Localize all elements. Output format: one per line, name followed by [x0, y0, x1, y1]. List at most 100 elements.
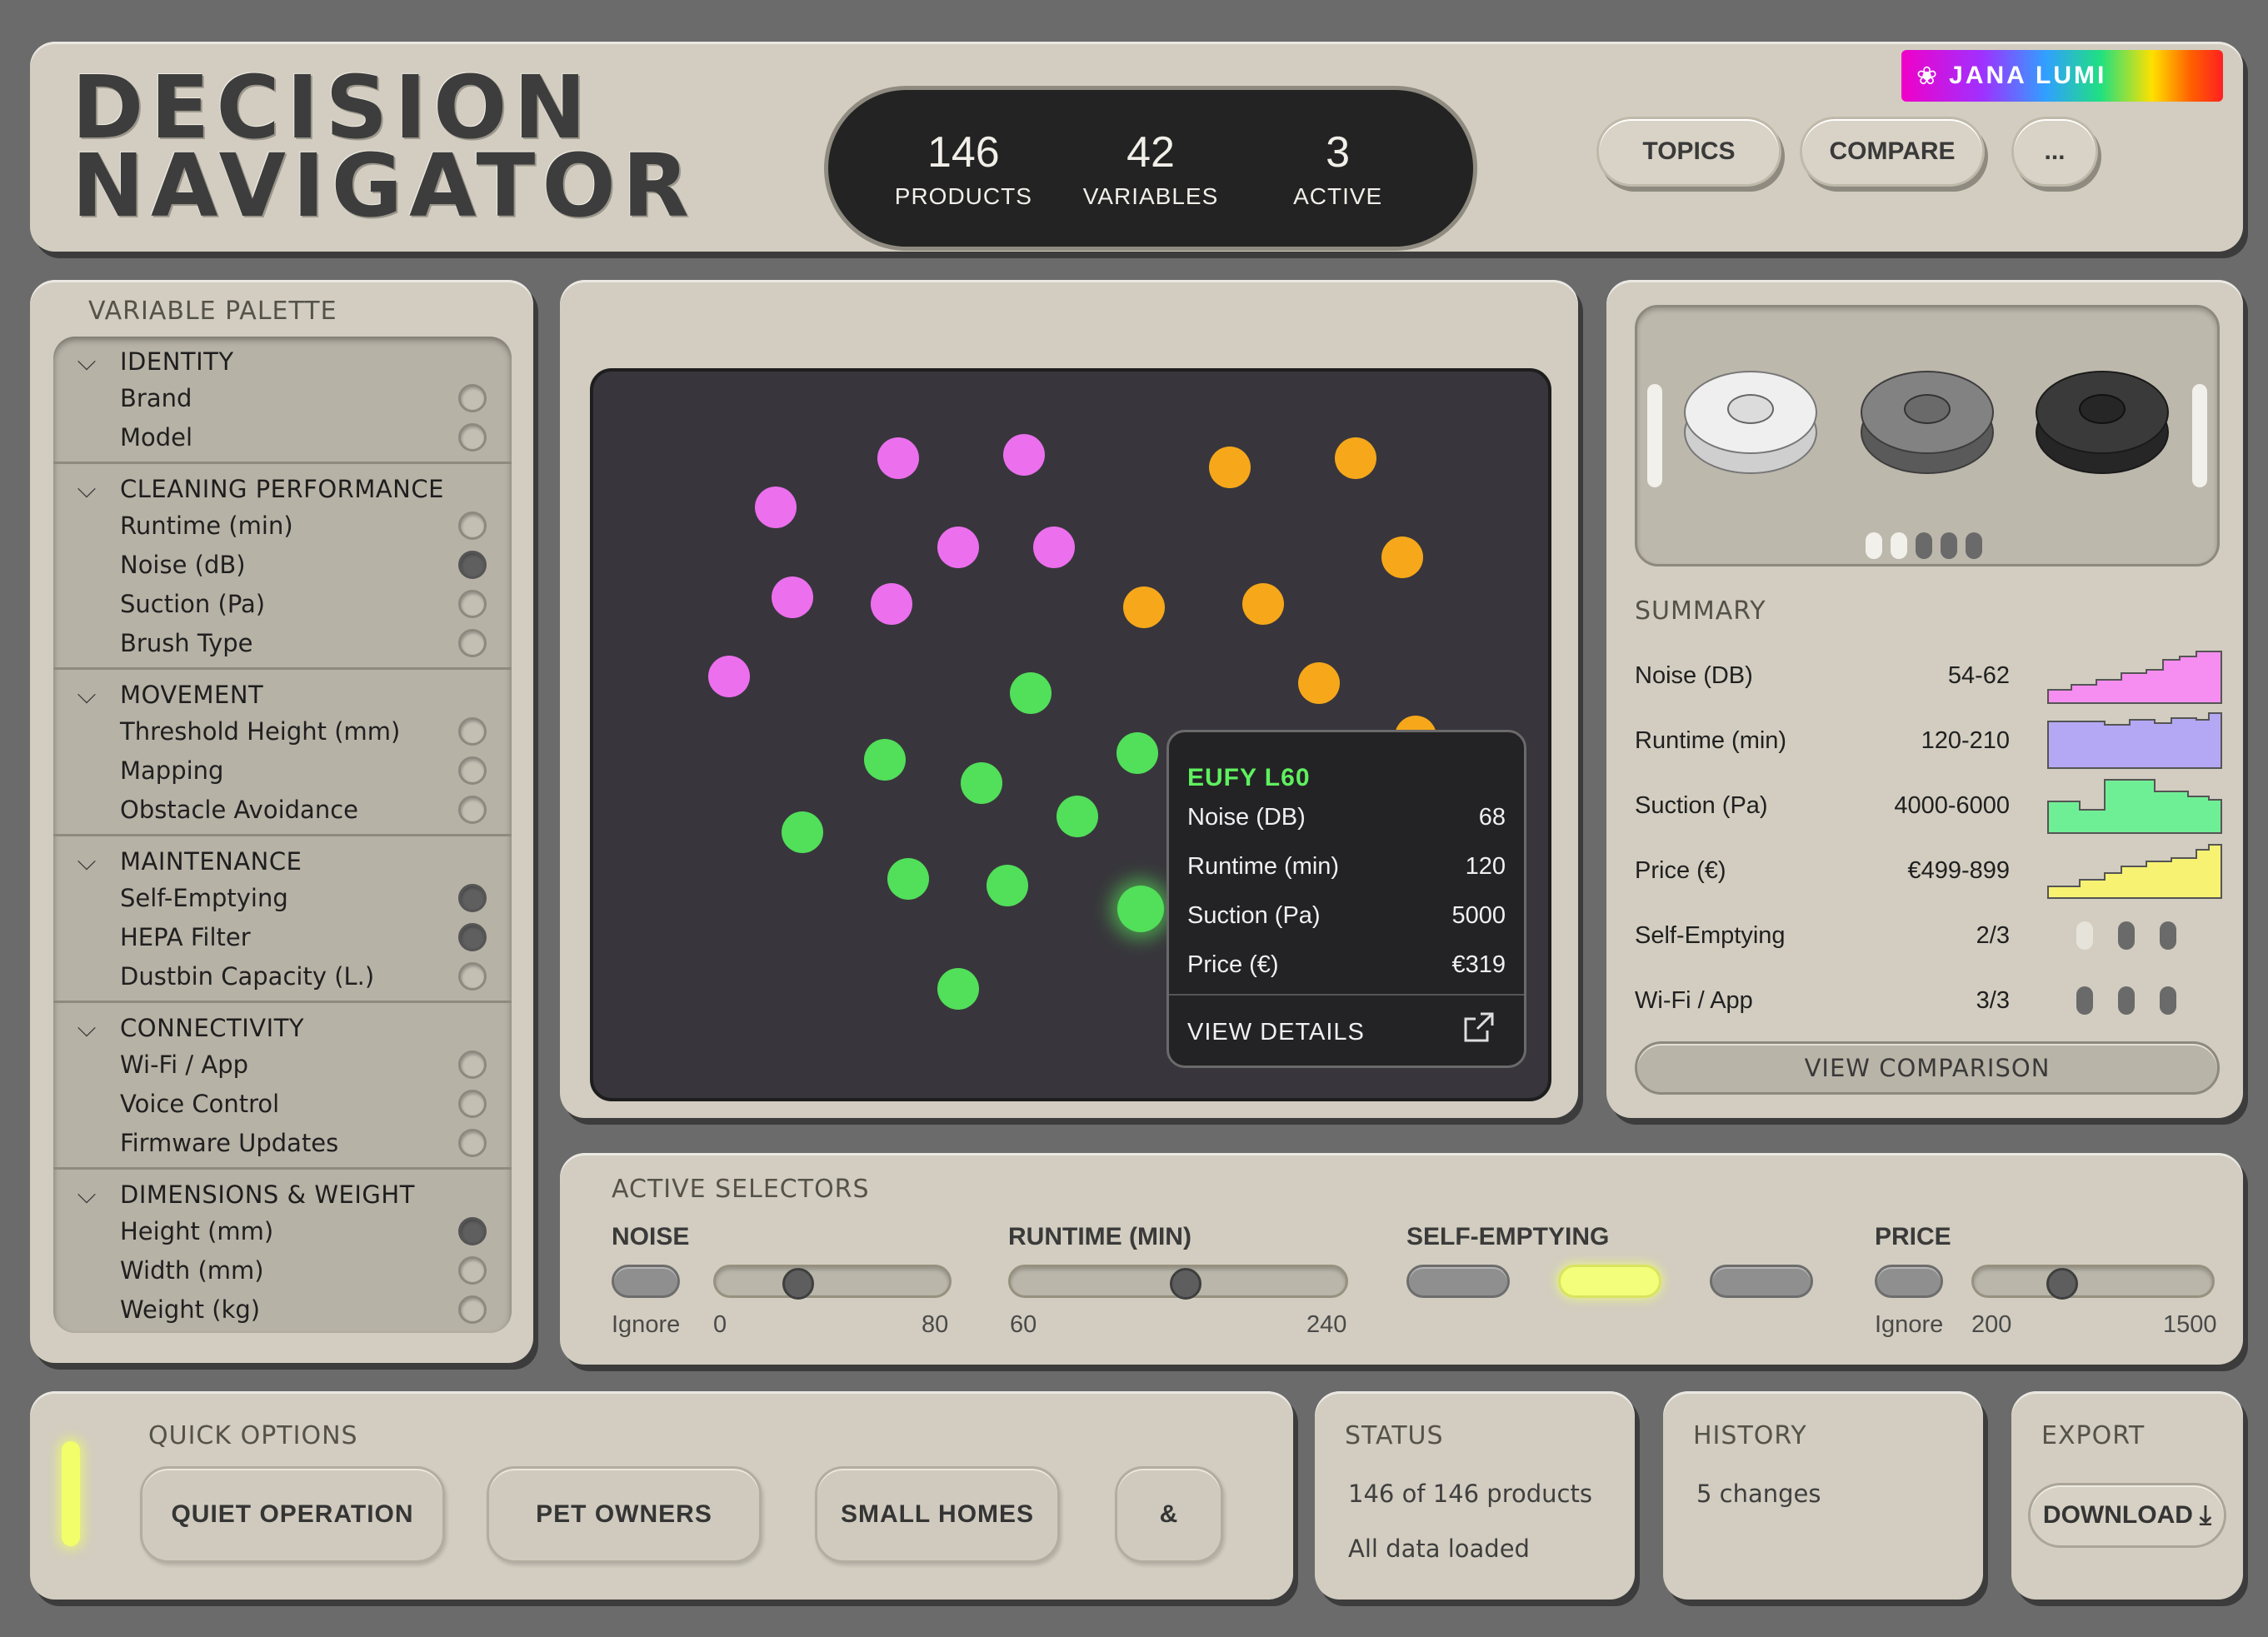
variable-radio[interactable]: [458, 1128, 487, 1157]
chevron-down-icon[interactable]: ⌵: [53, 1180, 120, 1210]
product-dot[interactable]: [1056, 795, 1098, 837]
price-slider-knob[interactable]: [2046, 1268, 2079, 1300]
variable-radio[interactable]: [458, 756, 487, 785]
palette-group-header[interactable]: ⌵ MOVEMENT: [53, 678, 512, 711]
viewer-prev-handle[interactable]: [1647, 384, 1662, 487]
product-dot[interactable]: [1122, 586, 1165, 628]
palette-variable[interactable]: Size Category: [53, 1329, 512, 1333]
variable-radio[interactable]: [458, 1295, 487, 1324]
download-button[interactable]: DOWNLOAD ⤓: [2028, 1483, 2226, 1548]
variable-radio[interactable]: [458, 1216, 487, 1245]
robot-white-image[interactable]: [1684, 371, 1817, 479]
variable-radio[interactable]: [458, 550, 487, 579]
quiet-operation-button[interactable]: QUIET OPERATION: [140, 1466, 445, 1563]
chevron-down-icon[interactable]: ⌵: [53, 347, 120, 377]
product-dot[interactable]: [1033, 527, 1076, 569]
variable-radio[interactable]: [458, 795, 487, 824]
runtime-slider[interactable]: [1008, 1265, 1348, 1300]
variable-radio[interactable]: [458, 922, 487, 951]
palette-variable[interactable]: Brand: [53, 378, 512, 417]
palette-variable[interactable]: Noise (dB): [53, 545, 512, 584]
palette-variable[interactable]: Self-Emptying: [53, 878, 512, 917]
variable-radio[interactable]: [458, 511, 487, 540]
variable-radio[interactable]: [458, 716, 487, 746]
carousel-dot[interactable]: [1866, 532, 1882, 559]
variable-radio[interactable]: [458, 628, 487, 657]
chevron-down-icon[interactable]: ⌵: [53, 847, 120, 876]
small-homes-button[interactable]: SMALL HOMES: [815, 1466, 1060, 1563]
product-dot[interactable]: [1209, 447, 1251, 489]
runtime-slider-knob[interactable]: [1169, 1268, 1201, 1300]
variable-radio[interactable]: [458, 883, 487, 912]
palette-variable[interactable]: Runtime (min): [53, 506, 512, 545]
palette-variable[interactable]: Width (mm): [53, 1250, 512, 1290]
more-quick-options-button[interactable]: &: [1115, 1466, 1223, 1563]
carousel-dot[interactable]: [1966, 532, 1982, 559]
variable-radio[interactable]: [458, 589, 487, 618]
chevron-down-icon[interactable]: ⌵: [53, 1014, 120, 1043]
scatter-plot[interactable]: EUFY L60 Noise (DB) 68 Runtime (min) 120…: [590, 368, 1551, 1101]
chevron-down-icon[interactable]: ⌵: [53, 475, 120, 504]
product-dot[interactable]: [1381, 536, 1423, 578]
palette-variable[interactable]: Mapping: [53, 751, 512, 790]
pet-owners-button[interactable]: PET OWNERS: [487, 1466, 762, 1563]
carousel-dot[interactable]: [1916, 532, 1932, 559]
product-dot-selected[interactable]: [1117, 886, 1164, 933]
noise-slider[interactable]: [713, 1265, 952, 1300]
product-dot[interactable]: [864, 738, 907, 781]
view-comparison-button[interactable]: VIEW COMPARISON: [1635, 1041, 2220, 1095]
product-dot[interactable]: [1241, 582, 1284, 625]
palette-group-header[interactable]: ⌵ MAINTENANCE: [53, 845, 512, 878]
product-dot[interactable]: [987, 865, 1029, 907]
product-dot[interactable]: [708, 656, 751, 698]
product-dot[interactable]: [960, 761, 1002, 804]
palette-variable[interactable]: HEPA Filter: [53, 917, 512, 956]
price-slider[interactable]: [1971, 1265, 2215, 1300]
variable-radio[interactable]: [458, 961, 487, 991]
palette-variable[interactable]: Obstacle Avoidance: [53, 790, 512, 829]
product-dot[interactable]: [1335, 437, 1377, 479]
palette-variable[interactable]: Dustbin Capacity (L.): [53, 956, 512, 996]
palette-variable[interactable]: Voice Control: [53, 1084, 512, 1123]
more-button[interactable]: ...: [2011, 117, 2098, 187]
product-dot[interactable]: [1298, 662, 1341, 705]
external-link-icon[interactable]: [1462, 1011, 1496, 1052]
product-dot[interactable]: [1003, 433, 1046, 476]
product-dot[interactable]: [771, 576, 813, 618]
product-dot[interactable]: [1116, 731, 1158, 774]
product-dot[interactable]: [877, 437, 920, 479]
product-dot[interactable]: [754, 487, 797, 529]
palette-group-header[interactable]: ⌵ CONNECTIVITY: [53, 1011, 512, 1045]
palette-variable[interactable]: Threshold Height (mm): [53, 711, 512, 751]
palette-variable[interactable]: Weight (kg): [53, 1290, 512, 1329]
palette-variable[interactable]: Firmware Updates: [53, 1123, 512, 1162]
palette-variable[interactable]: Brush Type: [53, 623, 512, 662]
robot-black-image[interactable]: [2036, 371, 2169, 479]
palette-variable[interactable]: Wi-Fi / App: [53, 1045, 512, 1084]
variable-radio[interactable]: [458, 1089, 487, 1118]
variable-radio[interactable]: [458, 1255, 487, 1285]
palette-variable[interactable]: Suction (Pa): [53, 584, 512, 623]
price-ignore-toggle[interactable]: [1875, 1265, 1943, 1298]
carousel-dot[interactable]: [1941, 532, 1957, 559]
variable-radio[interactable]: [458, 1050, 487, 1079]
palette-variable[interactable]: Model: [53, 417, 512, 457]
product-viewer[interactable]: [1635, 305, 2220, 566]
product-dot[interactable]: [937, 967, 979, 1010]
product-dot[interactable]: [1010, 672, 1052, 715]
palette-group-header[interactable]: ⌵ DIMENSIONS & WEIGHT: [53, 1178, 512, 1211]
view-details-link[interactable]: VIEW DETAILS: [1187, 1019, 1365, 1046]
variable-radio[interactable]: [458, 422, 487, 452]
chevron-down-icon[interactable]: ⌵: [53, 681, 120, 710]
noise-slider-knob[interactable]: [782, 1268, 814, 1300]
variable-radio[interactable]: [458, 383, 487, 412]
carousel-dot[interactable]: [1891, 532, 1907, 559]
compare-button[interactable]: COMPARE: [1800, 117, 1985, 187]
palette-group-header[interactable]: ⌵ CLEANING PERFORMANCE: [53, 472, 512, 506]
self-emptying-option-toggle[interactable]: [1406, 1265, 1510, 1298]
product-dot[interactable]: [887, 858, 930, 901]
palette-variable[interactable]: Height (mm): [53, 1211, 512, 1250]
robot-gray-image[interactable]: [1861, 371, 1994, 479]
product-dot[interactable]: [937, 527, 979, 569]
palette-group-header[interactable]: ⌵ IDENTITY: [53, 345, 512, 378]
